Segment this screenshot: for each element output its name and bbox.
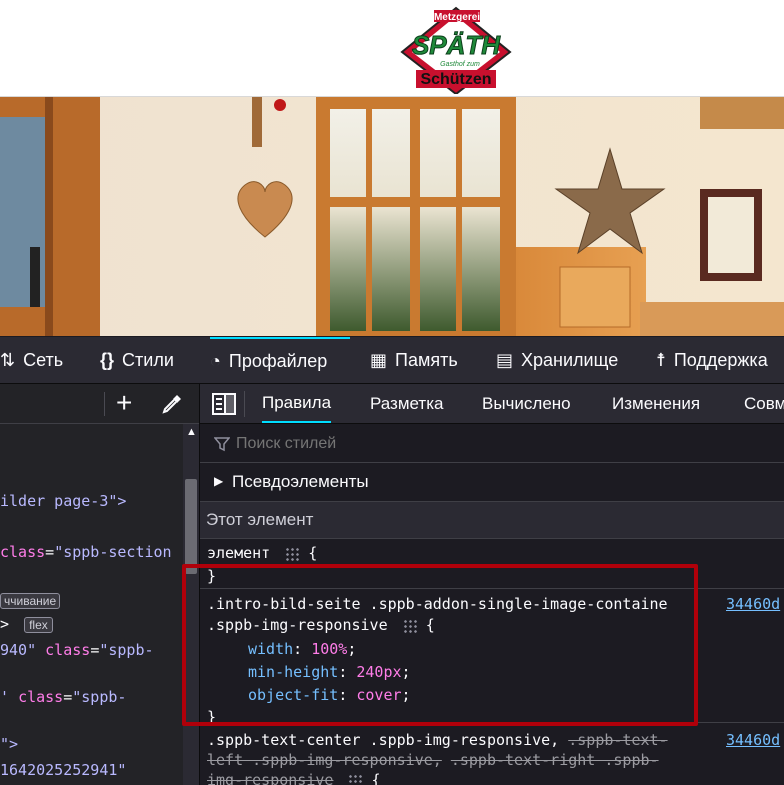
style-search-input[interactable]: [234, 432, 758, 456]
tag-close-icon: >: [0, 615, 10, 633]
expand-arrow-icon[interactable]: ▶: [214, 474, 223, 488]
tool-accessibility[interactable]: ☨ Поддержка: [656, 337, 768, 383]
flex-badge[interactable]: flex: [24, 617, 53, 633]
network-icon: ⇅: [0, 349, 16, 370]
butcher-logo[interactable]: Metzgerei SPÄTH Gasthof zum Schützen: [398, 6, 514, 94]
logo-line1: Metzgerei: [434, 12, 480, 23]
markup-line[interactable]: ' class="sppb-: [0, 688, 126, 706]
accessibility-icon: ☨: [656, 349, 666, 370]
tab-rules[interactable]: Правила: [262, 384, 332, 423]
pseudo-elements-row[interactable]: ▶ Псевдоэлементы: [200, 463, 784, 502]
tool-styles[interactable]: {} Стили: [100, 337, 174, 383]
grid-icon[interactable]: [285, 546, 300, 561]
toolbar-divider: [104, 392, 105, 416]
tool-profiler-label: Профайлер: [228, 350, 328, 371]
tool-memory[interactable]: ▦ Память: [370, 337, 458, 383]
scroll-badge[interactable]: ччивание: [0, 593, 61, 609]
this-element-label: Этот элемент: [206, 510, 314, 529]
markup-line[interactable]: 1642025252941": [0, 761, 126, 779]
element-rule-header[interactable]: элемент {: [207, 544, 317, 562]
eyedropper-icon[interactable]: [160, 392, 184, 416]
tool-memory-label: Память: [395, 349, 458, 370]
rule2-source-link[interactable]: 34460d: [726, 731, 780, 749]
tool-accessibility-label: Поддержка: [673, 349, 768, 370]
open-brace: {: [308, 544, 318, 562]
tab-computed[interactable]: Вычислено: [482, 384, 571, 423]
element-selector: элемент: [207, 544, 271, 562]
rule2-selector-line3[interactable]: img-responsive {: [207, 771, 381, 785]
markup-line[interactable]: > flex: [0, 615, 53, 633]
this-element-header: Этот элемент: [200, 502, 784, 539]
rule2-selector-line2[interactable]: left .sppb-img-responsive, .sppb-text-ri…: [207, 751, 659, 769]
tool-storage[interactable]: ▤ Хранилище: [496, 337, 618, 383]
grid-icon[interactable]: [348, 773, 363, 785]
text-center-rule: .sppb-text-center .sppb-img-responsive, …: [200, 730, 784, 785]
chip-icon: ▦: [370, 349, 388, 370]
markup-toolbar: +: [0, 384, 199, 424]
filter-bar: [200, 424, 784, 463]
tool-network[interactable]: ⇅ Сеть: [0, 337, 63, 383]
tool-network-label: Сеть: [23, 349, 64, 370]
tool-storage-label: Хранилище: [521, 349, 619, 370]
tab-compatibility[interactable]: Совм: [744, 384, 784, 423]
logo-line2: SPÄTH: [412, 30, 501, 60]
storage-icon: ▤: [496, 349, 514, 370]
rule1-source-link[interactable]: 34460d: [726, 595, 780, 613]
toggle-pane-icon[interactable]: [212, 393, 236, 415]
scrollbar-thumb[interactable]: [185, 479, 197, 574]
tool-profiler[interactable]: ◔ Профайлер: [210, 337, 350, 383]
logo-line4: Schützen: [420, 71, 491, 88]
highlight-annotation: [182, 564, 698, 726]
gauge-icon: ◔: [210, 350, 221, 371]
add-node-icon[interactable]: +: [116, 386, 132, 420]
filter-icon: [214, 437, 230, 452]
braces-icon: {}: [100, 349, 115, 370]
markup-pane: + ilder page-3"> class="sppb-section ччи…: [0, 384, 200, 785]
markup-tree: ilder page-3"> class="sppb-section ччива…: [0, 424, 183, 785]
tab-changes[interactable]: Изменения: [612, 384, 700, 423]
hero-image: [0, 97, 784, 336]
markup-line[interactable]: 940" class="sppb-: [0, 641, 154, 659]
devtools-toolbar: ⇅ Сеть {} Стили ◔ Профайлер ▦ Память ▤ Х…: [0, 337, 784, 384]
sidebar-tabs: Правила Разметка Вычислено Изменения Сов…: [200, 384, 784, 424]
logo-line3: Gasthof zum: [440, 61, 480, 68]
tab-divider: [244, 391, 245, 417]
tool-styles-label: Стили: [122, 349, 174, 370]
markup-line[interactable]: ччивание: [0, 591, 61, 609]
scroll-up-icon[interactable]: ▲: [186, 426, 197, 438]
markup-line[interactable]: ">: [0, 735, 18, 753]
pseudo-elements-label: Псевдоэлементы: [232, 472, 369, 491]
markup-line[interactable]: ilder page-3">: [0, 492, 126, 510]
site-header: Metzgerei SPÄTH Gasthof zum Schützen: [0, 0, 784, 97]
markup-line[interactable]: class="sppb-section: [0, 543, 172, 561]
rule2-selector-line1[interactable]: .sppb-text-center .sppb-img-responsive, …: [207, 731, 668, 749]
tab-layout[interactable]: Разметка: [370, 384, 443, 423]
